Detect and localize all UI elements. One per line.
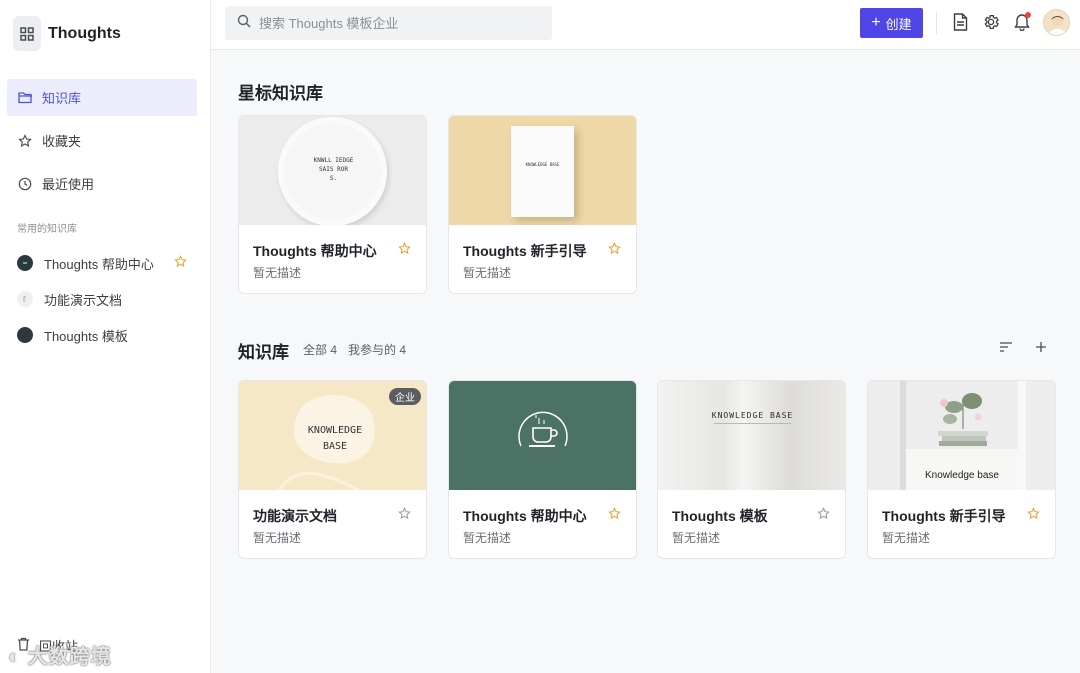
card-description: 暂无描述	[253, 266, 302, 280]
star-icon[interactable]	[398, 242, 412, 256]
sidebar-item-label: 收藏夹	[42, 134, 82, 149]
sidebar-item-recent[interactable]: 最近使用	[7, 165, 197, 202]
kb-card-feature-demo[interactable]: KNOWLEDGE BASE 企业 功能演示文档 暂无描述	[238, 380, 427, 559]
card-title: Thoughts 新手引导	[882, 508, 1006, 524]
bell-icon[interactable]	[1012, 12, 1032, 32]
plant-books-illustration	[938, 393, 988, 446]
cover-text: KNWLL IEDGE SAIS ROR S.	[313, 157, 354, 182]
sidebar-item-knowledge[interactable]: 知识库	[7, 79, 197, 116]
trash-button[interactable]: 回收站	[17, 636, 78, 655]
avatar[interactable]	[1043, 9, 1070, 36]
sidebar-item-label: 最近使用	[42, 177, 95, 192]
header-divider	[936, 12, 937, 34]
star-icon[interactable]	[608, 242, 622, 256]
kb-card-onboarding[interactable]: Knowledge base Thoughts 新手引导 暂无描述	[867, 380, 1056, 559]
knowledge-section-title: 知识库	[238, 343, 289, 362]
create-button-label: 创建	[885, 16, 912, 32]
starred-section-title: 星标知识库	[238, 84, 323, 103]
library-item-feature-demo[interactable]: 功能演示文档	[7, 281, 197, 317]
card-description: 暂无描述	[672, 531, 721, 545]
sidebar-item-favorites[interactable]: 收藏夹	[7, 122, 197, 159]
frequent-libraries: Thoughts 帮助中心 功能演示文档 Thoughts 模板	[7, 245, 197, 353]
card-title: 功能演示文档	[253, 508, 337, 524]
cover-text: Knowledge base	[925, 470, 999, 481]
library-item-template[interactable]: Thoughts 模板	[7, 317, 197, 353]
card-cover: KNOWLEDGE BASE 企业	[239, 381, 426, 490]
folder-icon	[17, 90, 33, 106]
card-title: Thoughts 帮助中心	[253, 243, 377, 259]
notification-badge	[1025, 12, 1031, 18]
gear-icon[interactable]	[981, 12, 1001, 32]
cover-right-pillar	[1018, 381, 1026, 490]
cover-divider	[714, 423, 791, 424]
filter-mine[interactable]: 我参与的 4	[348, 341, 406, 358]
trash-label: 回收站	[39, 639, 79, 654]
section-label-frequent: 常用的知识库	[17, 224, 77, 235]
star-icon[interactable]	[398, 507, 412, 521]
enterprise-badge: 企业	[389, 388, 421, 405]
coffee-cup-icon	[518, 411, 568, 447]
kb-card-help-center[interactable]: Thoughts 帮助中心 暂无描述	[448, 380, 637, 559]
card-cover: KNOWLEDGE BASE	[658, 381, 845, 490]
create-button[interactable]: + 创建	[860, 8, 923, 38]
filter-all[interactable]: 全部 4	[303, 341, 337, 358]
card-description: 暂无描述	[882, 531, 931, 545]
add-icon[interactable]	[1032, 338, 1050, 356]
card-title: Thoughts 新手引导	[463, 243, 587, 259]
card-description: 暂无描述	[463, 266, 512, 280]
brand-title: Thoughts	[48, 24, 121, 42]
search-input[interactable]	[259, 15, 539, 31]
library-avatar	[17, 291, 33, 307]
search-box[interactable]	[225, 6, 552, 40]
book-shape	[511, 126, 574, 217]
star-icon[interactable]	[817, 507, 831, 521]
cover-text: KNOWLEDGE BASE	[525, 162, 560, 167]
sidebar-nav: 知识库 收藏夹 最近使用	[7, 79, 197, 208]
sidebar: Thoughts 知识库 收藏夹 最近使用 常用的知识库 Thoughts 帮助…	[0, 0, 211, 673]
sidebar-item-label: 知识库	[42, 91, 82, 106]
star-icon	[17, 133, 33, 149]
sort-icon[interactable]	[997, 338, 1015, 356]
top-header: + 创建	[211, 0, 1080, 50]
document-icon[interactable]	[950, 12, 970, 32]
library-item-label: Thoughts 模板	[44, 328, 128, 344]
cover-text: KNOWLEDGE BASE	[307, 425, 363, 452]
library-avatar	[17, 255, 33, 271]
plus-icon: +	[871, 14, 881, 31]
star-icon[interactable]	[608, 507, 622, 521]
card-title: Thoughts 帮助中心	[463, 508, 587, 524]
star-icon[interactable]	[174, 255, 187, 271]
kb-card-template[interactable]: KNOWLEDGE BASE Thoughts 模板 暂无描述	[657, 380, 846, 559]
card-description: 暂无描述	[463, 531, 512, 545]
brand[interactable]: Thoughts	[13, 16, 121, 51]
card-title: Thoughts 模板	[672, 508, 768, 524]
card-cover	[449, 381, 636, 490]
trash-icon	[17, 637, 30, 654]
library-item-label: Thoughts 帮助中心	[44, 256, 154, 272]
card-cover: KNWLL IEDGE SAIS ROR S.	[239, 116, 426, 225]
cover-text: KNOWLEDGE BASE	[711, 411, 794, 420]
library-item-help-center[interactable]: Thoughts 帮助中心	[7, 245, 197, 281]
library-item-label: 功能演示文档	[44, 292, 123, 308]
card-cover: KNOWLEDGE BASE	[449, 116, 636, 225]
starred-card-onboarding[interactable]: KNOWLEDGE BASE Thoughts 新手引导 暂无描述	[448, 115, 637, 294]
library-avatar	[17, 327, 33, 343]
clock-icon	[17, 176, 33, 192]
grid-icon	[13, 16, 41, 51]
card-cover: Knowledge base	[868, 381, 1055, 490]
card-description: 暂无描述	[253, 531, 302, 545]
search-icon	[237, 14, 251, 33]
star-icon[interactable]	[1027, 507, 1041, 521]
starred-card-help-center[interactable]: KNWLL IEDGE SAIS ROR S. Thoughts 帮助中心 暂无…	[238, 115, 427, 294]
